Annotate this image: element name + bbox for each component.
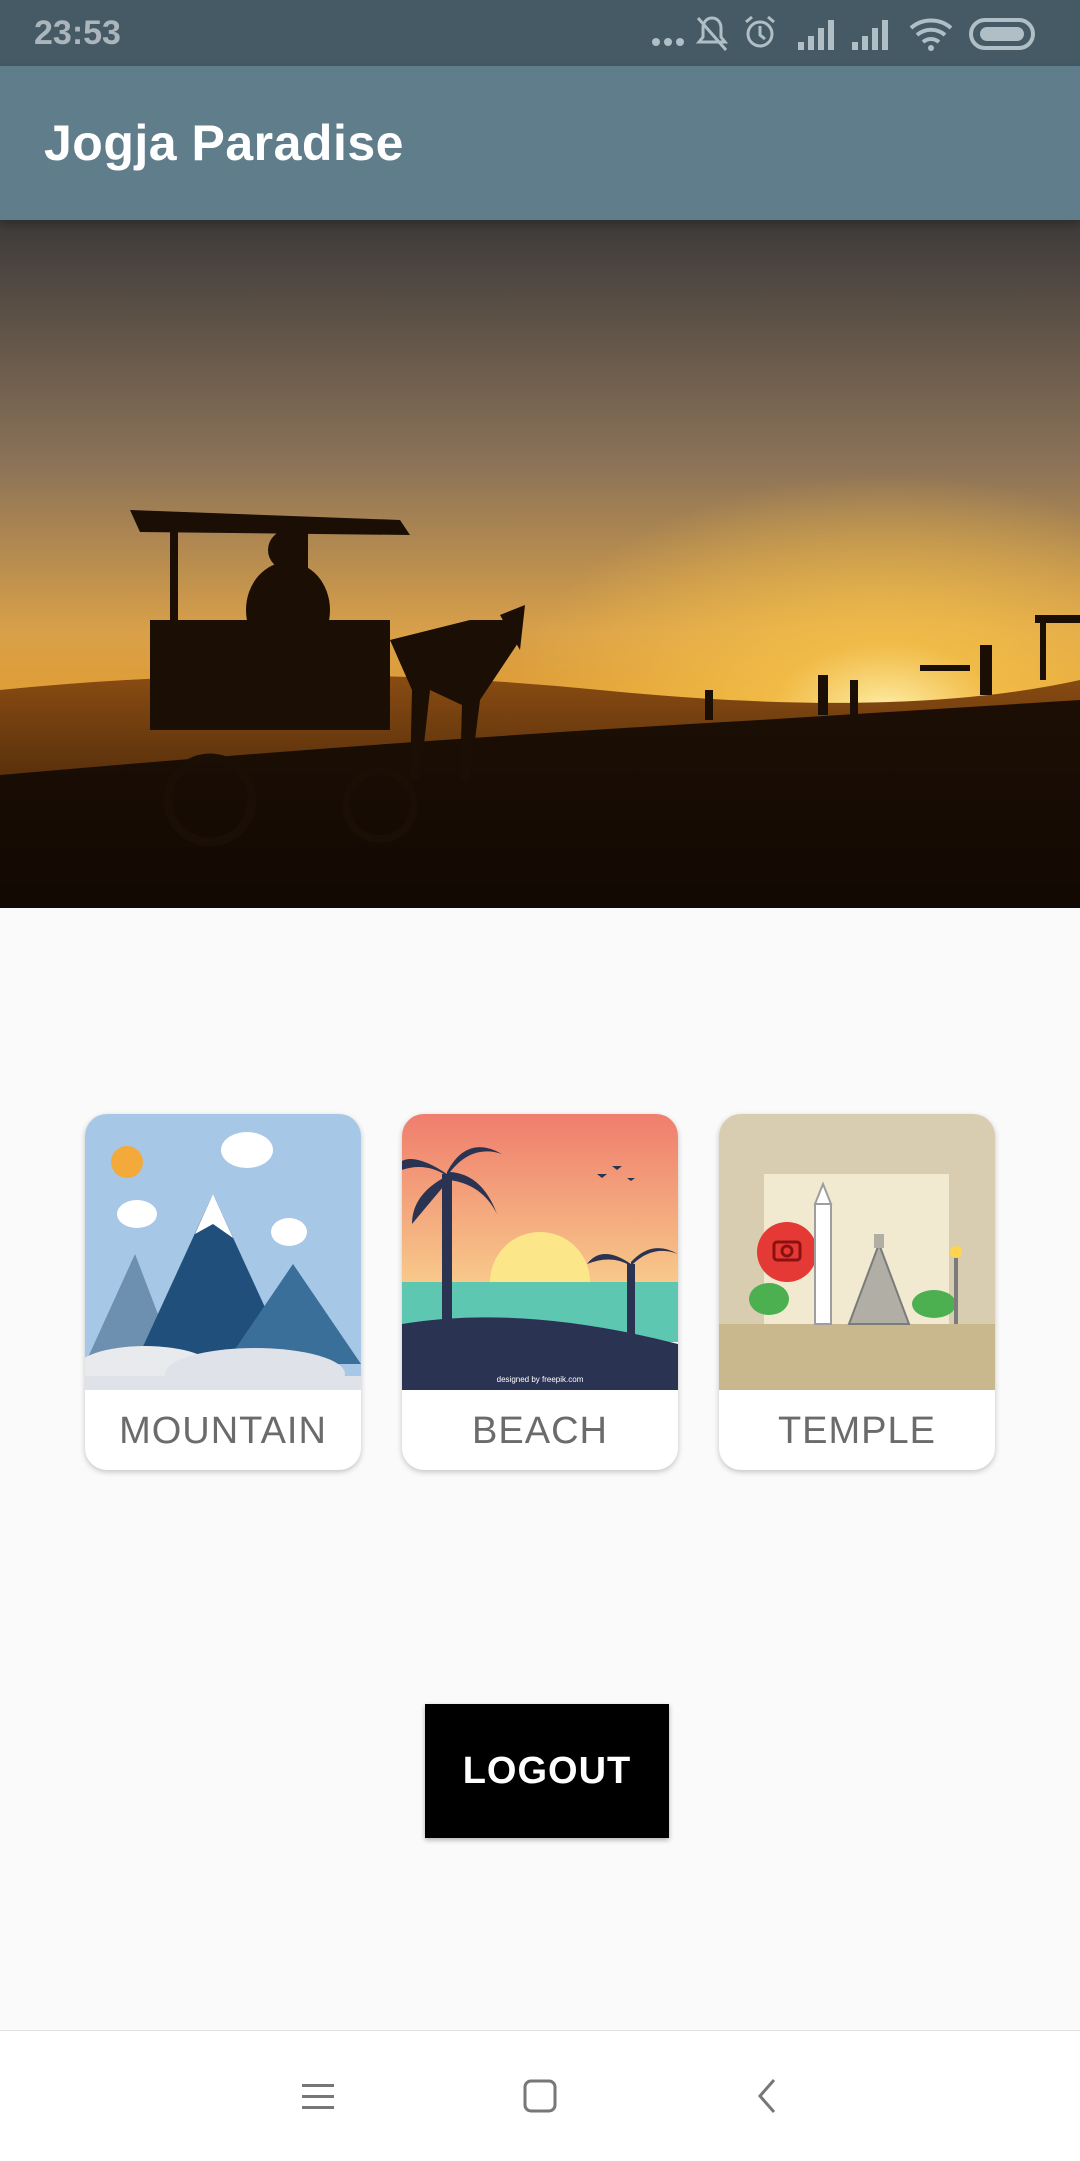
temple-illustration	[719, 1114, 995, 1390]
illustration-credit: designed by freepik.com	[497, 1375, 584, 1384]
system-nav-bar	[0, 2030, 1080, 2161]
app-title: Jogja Paradise	[44, 115, 404, 171]
category-label: MOUNTAIN	[119, 1410, 327, 1452]
wifi-icon	[909, 18, 953, 51]
signal-icon	[852, 20, 888, 50]
alarm-icon	[745, 15, 775, 48]
category-label: BEACH	[472, 1410, 608, 1452]
status-icons	[650, 12, 1050, 56]
menu-icon[interactable]	[288, 2066, 348, 2126]
category-card-beach[interactable]: designed by freepik.com BEACH	[402, 1114, 678, 1470]
mountain-illustration	[85, 1114, 361, 1390]
back-icon[interactable]	[738, 2066, 798, 2126]
home-icon[interactable]	[510, 2066, 570, 2126]
carousel-slide-image	[0, 220, 1080, 908]
category-card-temple[interactable]: TEMPLE	[719, 1114, 995, 1470]
battery-icon	[969, 18, 1035, 50]
more-dots-icon	[652, 38, 684, 46]
logout-button[interactable]: LOGOUT	[425, 1704, 669, 1838]
status-time: 23:53	[34, 14, 121, 52]
app-bar: Jogja Paradise	[0, 66, 1080, 220]
notifications-muted-icon	[695, 16, 729, 51]
beach-illustration: designed by freepik.com	[402, 1114, 678, 1390]
category-label: TEMPLE	[777, 1410, 937, 1452]
signal-icon	[798, 20, 834, 50]
image-carousel[interactable]	[0, 220, 1080, 908]
status-bar: 23:53	[0, 0, 1080, 66]
category-card-mountain[interactable]: MOUNTAIN	[85, 1114, 361, 1470]
